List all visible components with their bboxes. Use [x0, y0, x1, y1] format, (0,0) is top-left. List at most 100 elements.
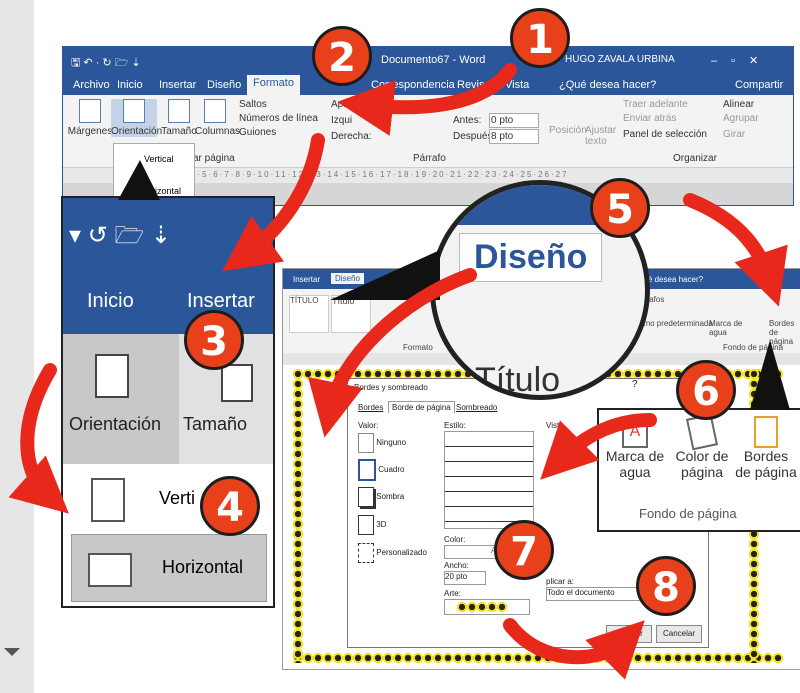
page-borders-button[interactable]: Bordes de página	[733, 416, 799, 480]
zoom-quick-access: ▾ ↺ 🗁 ⇣	[63, 198, 273, 274]
columns-button[interactable]: Columnas	[195, 99, 240, 137]
tab-archivo[interactable]: Archivo	[67, 77, 116, 95]
set-default-button[interactable]: omo predeterminada	[639, 319, 713, 328]
orientation-label: Orientación	[111, 126, 163, 137]
page-color-label-2: página	[680, 464, 724, 480]
wrap-text-button[interactable]: Ajustar texto	[585, 125, 616, 147]
watermark-button[interactable]: Marca de agua	[709, 319, 749, 337]
tell-me-search[interactable]: ¿Qué desea hacer?	[553, 77, 662, 95]
tab-diseno[interactable]: Diseño	[459, 233, 603, 282]
orientation-button[interactable]: Orientación	[63, 334, 179, 464]
window-controls[interactable]: –▫✕	[711, 54, 772, 67]
page-border-left	[293, 369, 303, 663]
3d-icon	[358, 515, 374, 535]
tab-sombreado[interactable]: Sombreado	[456, 403, 497, 412]
size-label: Tamaño	[161, 126, 197, 137]
size-button[interactable]: Tamaño	[161, 99, 197, 137]
art-preview	[457, 602, 507, 612]
margins-button[interactable]: Márgenes	[67, 99, 113, 137]
align-button[interactable]: Alinear	[723, 99, 754, 110]
tab-borde-de-pagina[interactable]: Borde de página	[388, 401, 455, 413]
setting-box-label: Cuadro	[378, 465, 405, 475]
page-color-button[interactable]: Color de página	[669, 413, 735, 480]
indent-left[interactable]: Izqui	[331, 115, 352, 126]
horizontal-option[interactable]: Horizontal	[71, 534, 267, 602]
custom-icon	[358, 543, 374, 563]
tab-insertar[interactable]: Insertar	[293, 275, 320, 284]
tab-insertar[interactable]: Insertar	[153, 77, 202, 95]
group-button[interactable]: Agrupar	[723, 113, 759, 124]
margins-icon	[79, 99, 101, 123]
page-border-bottom	[293, 653, 783, 663]
position-button[interactable]: Posición	[549, 125, 587, 136]
size-icon	[168, 99, 190, 123]
page-background-label: Fondo de página	[723, 343, 784, 352]
tab-bordes[interactable]: Bordes	[358, 403, 383, 412]
style-title-1[interactable]: TÍTULO	[289, 295, 329, 333]
page-borders-button[interactable]: Bordes de página	[769, 319, 800, 346]
page-borders-label-2: de página	[735, 464, 797, 480]
bring-forward-button[interactable]: Traer adelante	[623, 99, 688, 110]
step-badge-4: 4	[200, 476, 260, 536]
setting-custom[interactable]: Personalizado	[358, 543, 448, 565]
vertical-option[interactable]: Vertical	[144, 154, 174, 164]
paragraph-group-label: Párrafo	[413, 153, 446, 164]
quick-access-toolbar[interactable]: 🖫 ↶ · ↻ 🗁 ⇣	[71, 54, 141, 73]
ok-button[interactable]: Aceptar	[606, 625, 652, 643]
title-bar: 🖫 ↶ · ↻ 🗁 ⇣ Documento67 - Word HUGO ZAVA…	[63, 47, 793, 73]
indent-title: Aplicar	[331, 99, 362, 110]
dialog-help[interactable]: ?	[632, 379, 638, 390]
setting-box[interactable]: Cuadro	[358, 459, 438, 481]
setting-none[interactable]: Ninguno	[358, 433, 438, 455]
tab-diseno[interactable]: Diseño	[331, 273, 364, 284]
color-label: Color:	[444, 535, 466, 544]
setting-3d[interactable]: 3D	[358, 515, 438, 537]
art-select[interactable]	[444, 599, 530, 615]
tab-correspondencia[interactable]: Correspondencia	[365, 77, 461, 95]
share-button[interactable]: Compartir	[729, 77, 789, 95]
landscape-page-icon	[88, 553, 132, 587]
cancel-button[interactable]: Cancelar	[656, 625, 702, 643]
setting-shadow[interactable]: Sombra	[358, 487, 438, 509]
user-name[interactable]: HUGO ZAVALA URBINA	[565, 54, 675, 65]
page-color-label-1: Color de	[675, 448, 729, 464]
quick-access-toolbar[interactable]: ▾ ↺ 🗁 ⇣	[69, 218, 171, 259]
send-backward-button[interactable]: Enviar atrás	[623, 113, 676, 124]
tab-formato[interactable]: Formato	[247, 75, 300, 95]
line-numbers-button[interactable]: Números de línea	[239, 113, 318, 124]
rotate-button[interactable]: Girar	[723, 129, 745, 140]
spacing-after-field[interactable]: 8 pto	[489, 129, 539, 144]
zoom-panel-orientation: ▾ ↺ 🗁 ⇣ Inicio Insertar Orientación Tama…	[61, 196, 275, 608]
zoom-tabs: Inicio Insertar	[63, 274, 273, 334]
watermark-button[interactable]: A Marca de agua	[603, 416, 667, 480]
size-label: Tamaño	[183, 414, 248, 434]
spacing-before-field[interactable]: 0 pto	[489, 113, 539, 128]
width-select[interactable]: 20 pto	[444, 571, 486, 585]
columns-label: Columnas	[195, 126, 241, 137]
orientation-label: Orientación	[69, 414, 162, 434]
title-style-preview: Título	[475, 361, 561, 399]
tab-inicio[interactable]: Inicio	[87, 290, 134, 313]
tab-inicio[interactable]: Inicio	[111, 77, 149, 95]
format-group-label: Formato	[403, 343, 433, 352]
orientation-button[interactable]: Orientación	[111, 99, 162, 137]
tab-diseno[interactable]: Diseño	[201, 77, 247, 95]
hyphenation-button[interactable]: Guiones	[239, 127, 276, 138]
step-badge-3: 3	[184, 310, 244, 370]
horizontal-option[interactable]: rizontal	[152, 186, 181, 196]
indent-right[interactable]: Derecha:	[331, 131, 372, 142]
watermark-label-2: agua	[619, 464, 651, 480]
ruler-ticks: ·1·2·3·4·5·6·7·8·9·10·11·12·13·14·15·16·…	[153, 170, 569, 179]
orientation-icon	[95, 354, 129, 398]
chevron-down-icon[interactable]	[4, 648, 20, 656]
tab-revisar[interactable]: Revisar	[451, 77, 500, 95]
breaks-button[interactable]: Saltos	[239, 99, 267, 110]
vertical-label: Verti	[159, 488, 196, 508]
selection-pane-button[interactable]: Panel de selección	[623, 129, 707, 140]
tab-vista[interactable]: Vista	[499, 77, 535, 95]
tab-insertar[interactable]: Insertar	[187, 290, 255, 313]
style-title-2[interactable]: Título	[331, 295, 371, 333]
style-list[interactable]	[444, 431, 534, 529]
page-borders-label-1: Bordes	[743, 448, 789, 464]
size-icon	[221, 364, 253, 402]
